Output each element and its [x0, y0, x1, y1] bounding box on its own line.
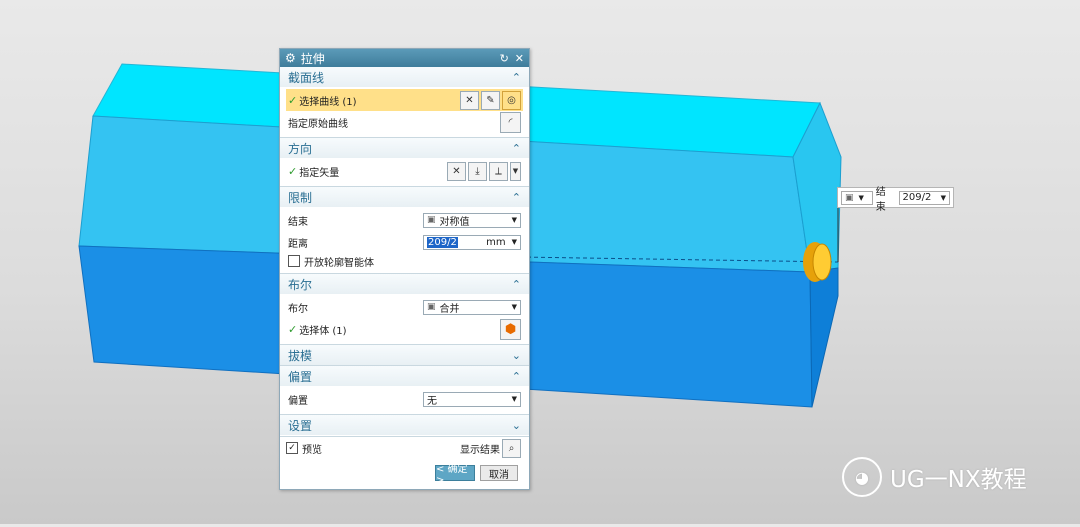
settings-header[interactable]: 设置 ⌄ [280, 414, 529, 435]
distance-value: 209/2 [427, 236, 458, 248]
graphics-viewport[interactable] [0, 0, 1080, 524]
end-dropdown[interactable]: ▣ 对称值 ▼ [423, 212, 521, 228]
specify-vector-row[interactable]: ✓ 指定矢量 ✕ ⤓ ⟂ ▼ [288, 160, 521, 182]
direction-title: 方向 [288, 141, 313, 156]
offset-label: 偏置 [288, 395, 308, 407]
watermark-text: UG一NX教程 [890, 467, 1027, 493]
open-profile-row[interactable]: 开放轮廓智能体 [288, 253, 521, 269]
solid-body-icon[interactable]: ⬢ [500, 318, 521, 340]
section-curve-title: 截面线 [288, 70, 325, 85]
chevron-down-icon: ▼ [940, 193, 946, 202]
chevron-down-icon: ▼ [511, 238, 517, 246]
boolean-title: 布尔 [288, 277, 313, 292]
distance-row: 距离 209/2 mm ▼ [288, 231, 521, 253]
offset-title: 偏置 [288, 369, 313, 384]
unite-icon: ▣ [427, 302, 436, 312]
close-icon[interactable]: ✕ [515, 52, 524, 65]
select-body-label: 选择体 (1) [299, 325, 347, 337]
end-type-dropdown[interactable]: ▣ ▼ [841, 190, 873, 205]
wechat-icon: ◕ [842, 457, 882, 497]
chevron-up-icon[interactable]: ⌃ [512, 370, 521, 383]
chevron-up-icon[interactable]: ⌃ [512, 142, 521, 155]
distance-label: 距离 [288, 238, 308, 250]
chevron-up-icon[interactable]: ⌃ [512, 191, 521, 204]
chevron-down-icon[interactable]: ⌄ [512, 419, 521, 432]
chevron-down-icon[interactable]: ▼ [510, 161, 521, 181]
vector-icon[interactable]: ⟂ [489, 161, 508, 181]
offset-dropdown-value: 无 [427, 395, 437, 407]
draft-title: 拔模 [288, 348, 313, 363]
preview-row[interactable]: ✓ 预览 [286, 439, 322, 457]
extrude-dialog: ⚙ 拉伸 ↻ ✕ 截面线 ⌃ ✓ 选择曲线 (1) ✕ ✎ ◎ 指定原始曲线 ◜… [279, 48, 530, 490]
cube-icon: ▣ [845, 192, 854, 203]
magnifier-icon[interactable]: ⌕ [502, 438, 521, 458]
cube-icon: ▣ [427, 215, 436, 225]
chevron-down-icon: ▼ [511, 303, 517, 311]
check-icon: ✓ [288, 93, 298, 107]
open-profile-label: 开放轮廓智能体 [304, 257, 374, 269]
direction-header[interactable]: 方向 ⌃ [280, 137, 529, 158]
deselect-icon[interactable]: ✕ [447, 161, 466, 181]
gear-icon: ⚙ [285, 51, 296, 65]
reverse-direction-icon[interactable]: ⤓ [468, 161, 487, 181]
offset-header[interactable]: 偏置 ⌃ [280, 365, 529, 386]
show-result-label: 显示结果 [460, 444, 500, 456]
select-curve-row[interactable]: ✓ 选择曲线 (1) ✕ ✎ ◎ [286, 89, 523, 111]
chevron-down-icon: ▼ [858, 193, 864, 202]
end-label: 结束 [288, 216, 308, 228]
cylinder-face [812, 243, 832, 281]
end-floating-label: 结束 [875, 186, 886, 213]
offset-row: 偏置 无 ▼ [288, 388, 521, 410]
deselect-icon[interactable]: ✕ [460, 90, 479, 110]
curve-select-icon[interactable]: ◎ [502, 90, 521, 110]
boolean-row: 布尔 ▣ 合并 ▼ [288, 296, 521, 318]
dialog-titlebar[interactable]: ⚙ 拉伸 ↻ ✕ [280, 49, 529, 67]
specify-origin-label: 指定原始曲线 [288, 118, 348, 130]
check-icon: ✓ [288, 164, 298, 178]
boolean-header[interactable]: 布尔 ⌃ [280, 273, 529, 294]
boolean-dropdown-value: 合并 [439, 303, 460, 315]
chevron-down-icon[interactable]: ⌄ [512, 349, 521, 362]
section-curve-header[interactable]: 截面线 ⌃ [280, 67, 529, 87]
open-profile-checkbox[interactable] [288, 255, 300, 267]
distance-unit: mm [486, 236, 506, 248]
chevron-down-icon: ▼ [511, 395, 517, 403]
draft-header[interactable]: 拔模 ⌄ [280, 344, 529, 365]
watermark: ◕ UG一NX教程 [842, 457, 1027, 497]
offset-dropdown[interactable]: 无 ▼ [423, 391, 521, 407]
limits-header[interactable]: 限制 ⌃ [280, 186, 529, 207]
end-floating-value-text: 209/2 [902, 192, 932, 203]
end-dropdown-value: 对称值 [439, 216, 470, 228]
select-curve-label: 选择曲线 (1) [299, 96, 357, 108]
dialog-footer: ✓ 预览 显示结果 ⌕ < 确定 > 取消 [280, 436, 529, 489]
reset-icon[interactable]: ↻ [500, 52, 509, 65]
part-lower-right-face [809, 267, 839, 408]
show-result-row[interactable]: 显示结果 ⌕ [460, 438, 521, 458]
chevron-up-icon[interactable]: ⌃ [512, 278, 521, 291]
preview-label: 预览 [302, 444, 322, 456]
ok-button[interactable]: < 确定 > [435, 464, 475, 486]
boolean-dropdown[interactable]: ▣ 合并 ▼ [423, 299, 521, 315]
end-row: 结束 ▣ 对称值 ▼ [288, 209, 521, 231]
dialog-title: 拉伸 [300, 51, 325, 66]
limits-title: 限制 [288, 190, 313, 205]
settings-title: 设置 [288, 418, 313, 433]
origin-curve-icon[interactable]: ◜ [500, 111, 521, 133]
check-icon: ✓ [288, 322, 298, 336]
select-body-row[interactable]: ✓ 选择体 (1) ⬢ [288, 318, 521, 340]
chevron-up-icon[interactable]: ⌃ [512, 71, 521, 84]
boolean-label: 布尔 [288, 303, 308, 315]
extruded-part [78, 63, 842, 408]
specify-vector-label: 指定矢量 [299, 167, 340, 179]
end-floating-value[interactable]: 209/2 ▼ [898, 190, 950, 205]
sketch-icon[interactable]: ✎ [481, 90, 500, 110]
chevron-down-icon: ▼ [511, 216, 517, 224]
distance-input[interactable]: 209/2 mm ▼ [423, 234, 521, 250]
preview-checkbox[interactable]: ✓ [286, 442, 298, 454]
specify-origin-row[interactable]: 指定原始曲线 ◜ [288, 111, 521, 133]
cancel-button[interactable]: 取消 [480, 465, 518, 481]
end-floating-input[interactable]: ▣ ▼ 结束 209/2 ▼ [837, 187, 954, 213]
